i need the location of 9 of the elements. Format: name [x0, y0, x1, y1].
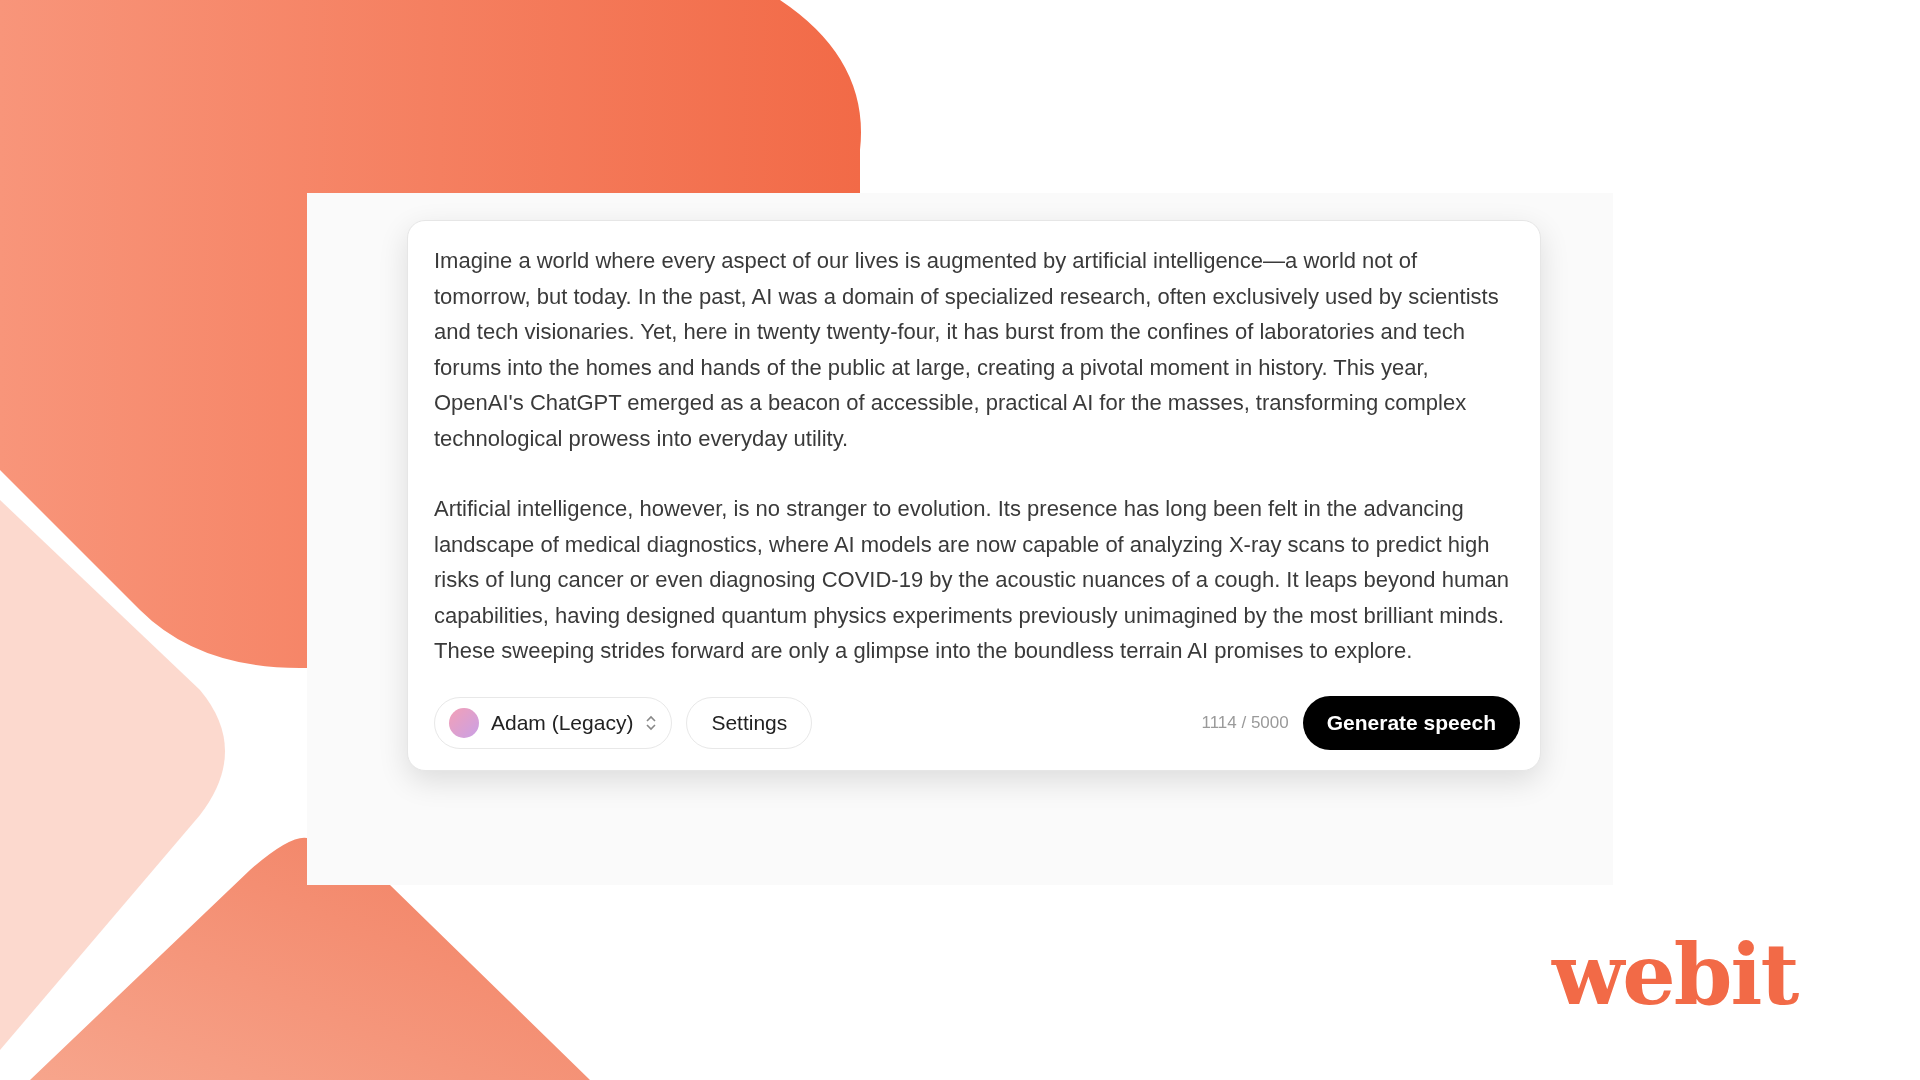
- voice-avatar-icon: [449, 707, 479, 738]
- logo: webit: [1552, 925, 1798, 1024]
- updown-chevron-icon: [645, 713, 658, 732]
- settings-button[interactable]: Settings: [686, 696, 813, 749]
- generate-speech-button[interactable]: Generate speech: [1302, 695, 1520, 750]
- paragraph: Artificial intelligence, however, is no stranger to evolution. Its presence has long been felt in the advancing landscape of medical diagnostics, where AI models are now capable of analyzing X-ray scans to predict high risks of lung cancer or even diagnosing COVID-19 by the acoustic nuances of a cough. It leaps beyond human capabilities, having designed quantum physics experiments previously unimagined by the most brilliant minds. These sweeping strides forward are only a glimpse into the boundless terrain AI promises to explore.: [434, 495, 1509, 665]
- voice-selector[interactable]: Adam (Legacy): [434, 696, 673, 749]
- paragraph: Imagine a world where every aspect of our lives is augmented by artificial intelligence—a world not of tomorrow, but today. In the past, AI was a domain of specialized research, often exclusively used by scientists and tech visionaries. Yet, here in twenty twenty-four, it has burst from the confines of laboratories and tech forums into the homes and hands of the public at large, creating a pivotal moment in history. This year, OpenAI's ChatGPT emerged as a beacon of accessible, practical AI for the masses, transforming complex technological prowess into everyday utility.: [434, 247, 1500, 453]
- character-count: 1114 / 5000: [1201, 712, 1289, 733]
